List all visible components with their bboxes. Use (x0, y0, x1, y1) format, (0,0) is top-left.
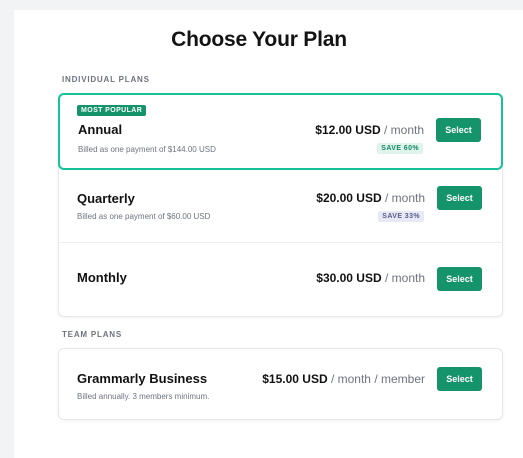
price-period: / month (381, 271, 425, 285)
select-quarterly-button[interactable]: Select (437, 186, 482, 210)
most-popular-badge: MOST POPULAR (77, 105, 147, 116)
plan-row-annual[interactable]: MOST POPULAR Annual Billed as one paymen… (58, 93, 503, 170)
plan-price: $20.00 USD / month (316, 191, 425, 205)
price-amount: $12.00 USD (315, 123, 381, 137)
plan-name: Grammarly Business (77, 371, 208, 386)
price-amount: $20.00 USD (316, 191, 382, 205)
plan-price: $12.00 USD / month (315, 123, 424, 137)
select-monthly-button[interactable]: Select (437, 267, 482, 291)
price-amount: $15.00 USD (262, 372, 328, 386)
select-business-button[interactable]: Select (437, 367, 482, 391)
plan-price: $15.00 USD / month / member (262, 372, 425, 386)
team-plans-group: Grammarly Business Billed annually. 3 me… (58, 348, 503, 420)
plan-row-monthly[interactable]: Monthly $30.00 USD / month Select (59, 243, 502, 317)
plan-billing-note: Billed as one payment of $144.00 USD (78, 145, 216, 154)
savings-badge: SAVE 60% (377, 143, 423, 154)
plan-row-quarterly[interactable]: Quarterly Billed as one payment of $60.0… (59, 170, 502, 243)
individual-plans-label: INDIVIDUAL PLANS (62, 75, 150, 84)
plan-billing-note: Billed annually. 3 members minimum. (77, 392, 210, 401)
plan-name: Annual (78, 122, 123, 137)
price-amount: $30.00 USD (316, 271, 382, 285)
plan-billing-note: Billed as one payment of $60.00 USD (77, 212, 211, 221)
plan-row-business[interactable]: Grammarly Business Billed annually. 3 me… (59, 349, 502, 419)
team-plans-label: TEAM PLANS (62, 330, 122, 339)
savings-badge: SAVE 33% (378, 211, 424, 222)
plan-name: Monthly (77, 270, 127, 285)
price-period: / month (380, 123, 424, 137)
plan-price: $30.00 USD / month (316, 271, 425, 285)
select-annual-button[interactable]: Select (436, 118, 481, 142)
page-title: Choose Your Plan (171, 28, 347, 51)
plan-name: Quarterly (77, 191, 135, 206)
plan-panel: Choose Your Plan INDIVIDUAL PLANS MOST P… (14, 10, 523, 458)
price-period: / month (381, 191, 425, 205)
individual-plans-group: MOST POPULAR Annual Billed as one paymen… (58, 93, 503, 317)
price-period: / month / member (327, 372, 425, 386)
